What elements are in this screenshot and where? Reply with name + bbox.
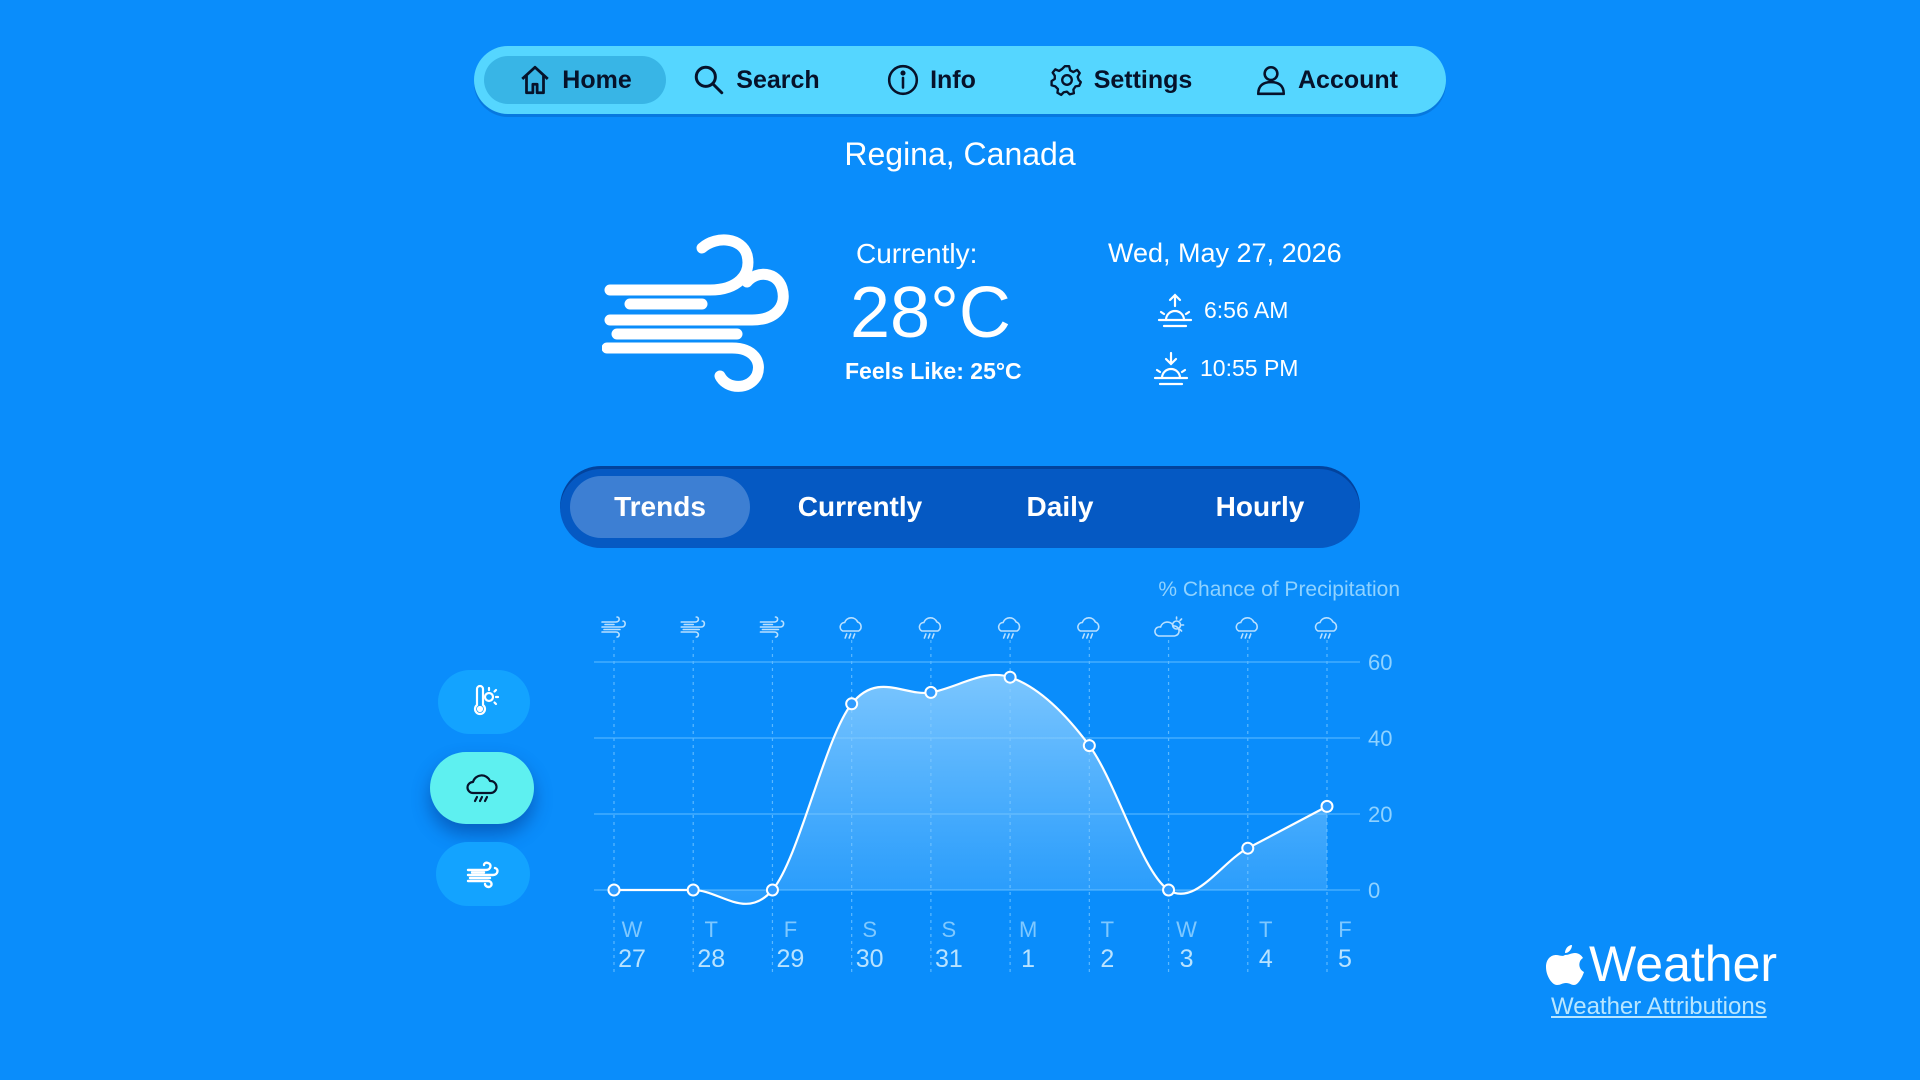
precipitation-chart: % Chance of Precipitation 0 20 40 60 W 27 T 28… [594, 578, 1400, 973]
x-tick-date: 5 [1338, 945, 1352, 973]
rain-cloud-icon [839, 617, 862, 639]
x-tick-date: 31 [935, 945, 963, 973]
rain-cloud-icon [1235, 617, 1258, 639]
x-tick-date: 1 [1021, 945, 1035, 973]
data-point [607, 883, 621, 897]
data-point [1082, 739, 1096, 753]
x-tick-date: 4 [1259, 945, 1273, 973]
wind-icon [759, 616, 785, 638]
x-tick-day: F [1338, 917, 1351, 942]
chart-title: % Chance of Precipitation [1158, 578, 1400, 601]
data-point [1162, 883, 1176, 897]
y-tick-label: 60 [1368, 650, 1392, 675]
x-tick-date: 2 [1100, 945, 1114, 973]
y-tick-label: 0 [1368, 878, 1380, 903]
x-tick-date: 28 [697, 945, 725, 973]
x-tick-day: S [862, 917, 877, 942]
y-tick-label: 20 [1368, 802, 1392, 827]
y-tick-label: 40 [1368, 726, 1392, 751]
wind-icon [680, 616, 706, 638]
x-tick-day: W [1176, 917, 1197, 942]
x-tick-date: 30 [856, 945, 884, 973]
weather-brand: Weather [1545, 935, 1777, 993]
x-tick-day: W [622, 917, 643, 942]
data-point [1241, 841, 1255, 855]
x-tick-day: T [704, 917, 717, 942]
data-point [1320, 799, 1334, 813]
wind-icon [601, 616, 626, 638]
x-tick-date: 27 [618, 945, 646, 973]
rain-cloud-icon [997, 617, 1021, 639]
partly-sunny-icon [1154, 616, 1185, 637]
rain-cloud-icon [1077, 617, 1100, 639]
rain-cloud-icon [1314, 617, 1338, 639]
data-point [845, 697, 859, 711]
rain-cloud-icon [918, 617, 942, 639]
weather-attributions-link[interactable]: Weather Attributions [1551, 993, 1767, 1021]
apple-logo-icon [1546, 945, 1584, 985]
x-tick-date: 3 [1180, 945, 1194, 973]
data-point [765, 883, 779, 897]
x-tick-day: T [1101, 917, 1114, 942]
brand-name: Weather [1589, 936, 1778, 992]
data-point [1003, 670, 1017, 684]
data-point [686, 883, 700, 897]
data-point [924, 685, 938, 699]
x-tick-day: F [784, 917, 797, 942]
x-tick-day: S [942, 917, 957, 942]
x-tick-date: 29 [777, 945, 805, 973]
x-tick-day: T [1259, 917, 1272, 942]
x-tick-day: M [1019, 917, 1037, 942]
